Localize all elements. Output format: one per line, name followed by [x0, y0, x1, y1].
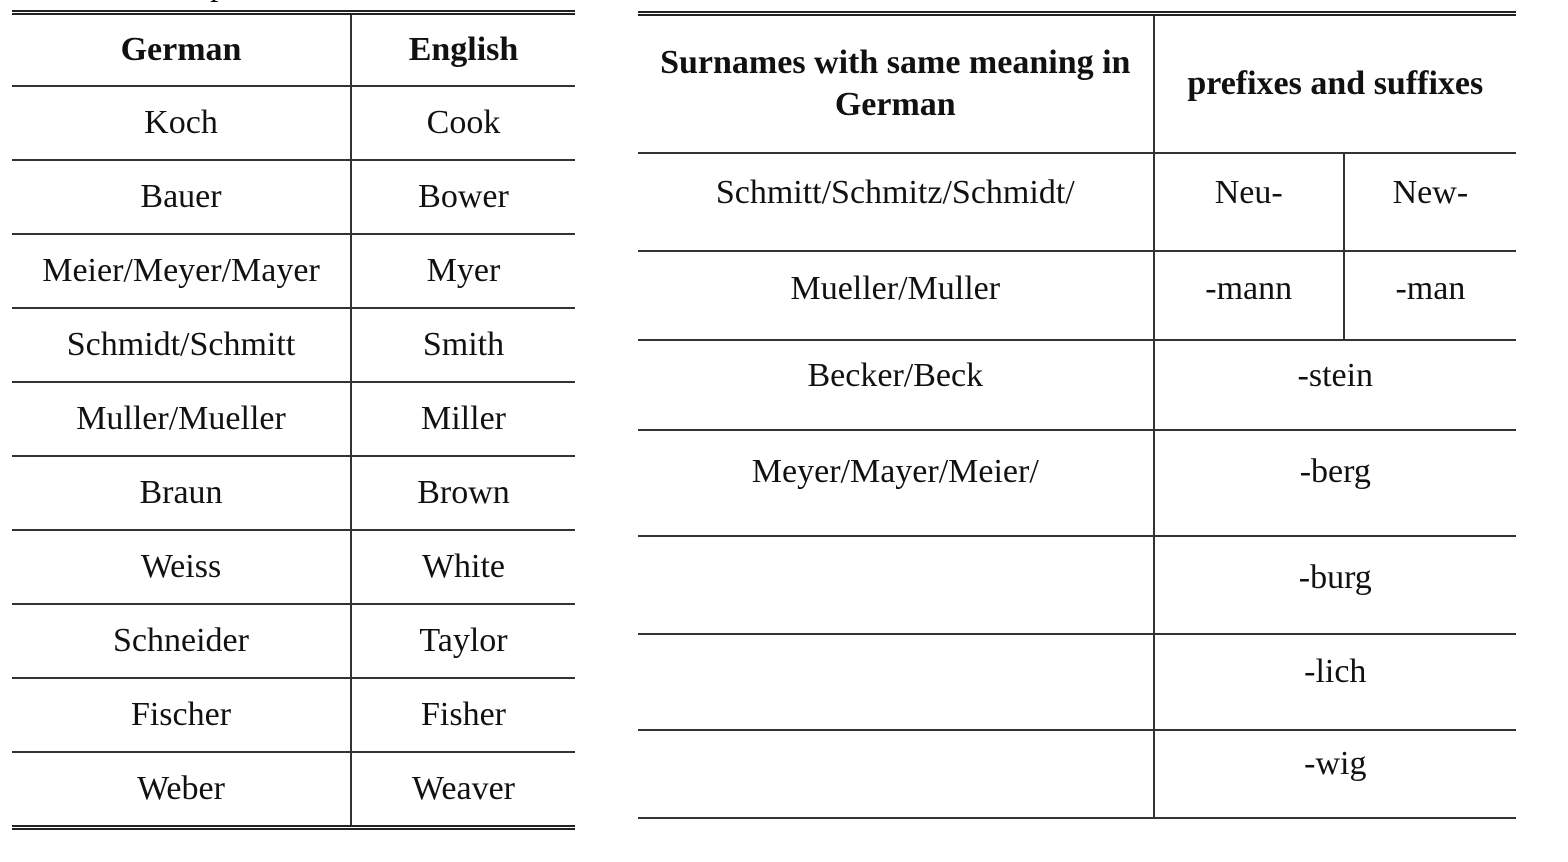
- english-name-cell: White: [351, 529, 575, 604]
- english-name-cell: Fisher: [351, 677, 575, 752]
- german-english-surnames-table: German English Koch Cook Bauer Bower Mei…: [12, 10, 575, 830]
- table-header-row: Surnames with same meaning in German pre…: [638, 13, 1516, 153]
- surname-group-cell: Meyer/Mayer/Meier/: [638, 429, 1155, 536]
- table-row: Braun Brown: [12, 455, 575, 530]
- english-name-cell: Smith: [351, 307, 575, 382]
- surname-group-cell: Schmitt/Schmitz/Schmidt/: [638, 152, 1155, 251]
- german-affix-cell: -mann: [1153, 250, 1345, 340]
- table-row: Muller/Mueller Miller: [12, 381, 575, 456]
- affix-cell: -berg: [1153, 429, 1516, 536]
- table-row: Meyer/Mayer/Meier/ -berg: [638, 429, 1516, 536]
- table-row: -lich: [638, 633, 1516, 730]
- german-name-cell: Muller/Mueller: [12, 381, 352, 456]
- cutoff-caption-text: p: [210, 0, 227, 4]
- english-name-cell: Taylor: [351, 603, 575, 678]
- english-affix-cell: -man: [1343, 250, 1516, 340]
- affix-cell: -wig: [1153, 729, 1516, 818]
- table-row: Bauer Bower: [12, 159, 575, 234]
- english-name-cell: Weaver: [351, 751, 575, 828]
- table-row: Schneider Taylor: [12, 603, 575, 678]
- affix-cell: -lich: [1153, 633, 1516, 730]
- table-row: -wig: [638, 729, 1516, 818]
- affix-cell: -stein: [1153, 339, 1516, 430]
- table-row: Koch Cook: [12, 85, 575, 160]
- table-row: Weiss White: [12, 529, 575, 604]
- surname-group-cell: [638, 535, 1155, 634]
- table-row: Becker/Beck -stein: [638, 339, 1516, 430]
- german-name-cell: Schmidt/Schmitt: [12, 307, 352, 382]
- german-name-cell: Braun: [12, 455, 352, 530]
- table-row: Weber Weaver: [12, 751, 575, 828]
- table-row: Mueller/Muller -mann -man: [638, 250, 1516, 340]
- surname-group-cell: Mueller/Muller: [638, 250, 1155, 340]
- surname-group-cell: Becker/Beck: [638, 339, 1155, 430]
- header-same-meaning-surnames: Surnames with same meaning in German: [638, 13, 1155, 153]
- german-name-cell: Koch: [12, 85, 352, 160]
- header-prefixes-suffixes: prefixes and suffixes: [1187, 65, 1484, 102]
- table-row: Schmidt/Schmitt Smith: [12, 307, 575, 382]
- german-name-cell: Schneider: [12, 603, 352, 678]
- table-header-row: German English: [12, 12, 575, 86]
- header-german: German: [12, 12, 352, 86]
- german-name-cell: Meier/Meyer/Mayer: [12, 233, 352, 308]
- surname-affixes-table: Surnames with same meaning in German pre…: [638, 11, 1516, 819]
- table-row: Schmitt/Schmitz/Schmidt/ Neu- New-: [638, 152, 1516, 251]
- german-name-cell: Weiss: [12, 529, 352, 604]
- german-name-cell: Weber: [12, 751, 352, 828]
- german-name-cell: Bauer: [12, 159, 352, 234]
- english-name-cell: Brown: [351, 455, 575, 530]
- english-name-cell: Myer: [351, 233, 575, 308]
- english-affix-cell: New-: [1343, 152, 1516, 251]
- english-name-cell: Bower: [351, 159, 575, 234]
- header-english: English: [408, 31, 519, 68]
- table-row: Meier/Meyer/Mayer Myer: [12, 233, 575, 308]
- english-name-cell: Miller: [351, 381, 575, 456]
- german-name-cell: Fischer: [12, 677, 352, 752]
- surname-group-cell: [638, 729, 1155, 818]
- english-name-cell: Cook: [351, 85, 575, 160]
- affix-cell: -burg: [1153, 535, 1516, 634]
- surname-group-cell: [638, 633, 1155, 730]
- table-row: -burg: [638, 535, 1516, 634]
- table-row: Fischer Fisher: [12, 677, 575, 752]
- german-affix-cell: Neu-: [1153, 152, 1345, 251]
